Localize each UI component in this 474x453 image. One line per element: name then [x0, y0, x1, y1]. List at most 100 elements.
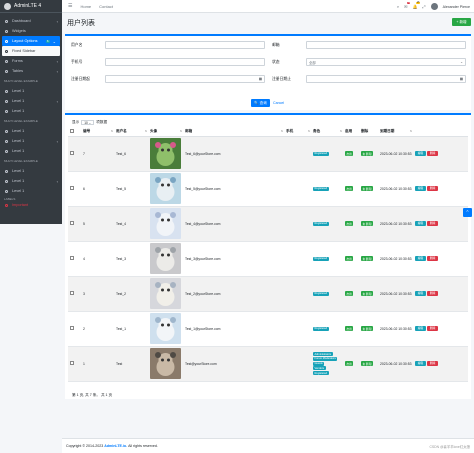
- sidebar-item-forms[interactable]: Forms ‹: [0, 56, 62, 66]
- select-all-checkbox[interactable]: [70, 129, 74, 134]
- menu-icon[interactable]: ☰: [68, 3, 72, 9]
- table-row[interactable]: 3 Test_2 Test_2@yourStore.com Registered 启用 未…: [68, 276, 468, 312]
- row-checkbox[interactable]: [70, 221, 74, 225]
- row-select-cell[interactable]: [68, 171, 81, 207]
- table-row[interactable]: 6 Test_5 Test_5@yourStore.com Registered 启用 未…: [68, 171, 468, 207]
- delete-button[interactable]: 删除: [427, 291, 438, 296]
- edit-button[interactable]: 编辑: [415, 291, 426, 296]
- sidebar-item-level[interactable]: Level 1: [0, 86, 62, 96]
- sidebar-item-level[interactable]: Level 1 ‹: [0, 96, 62, 106]
- cell-roles: Registered: [311, 241, 343, 277]
- col-id[interactable]: 编号 ⇅: [81, 128, 114, 137]
- circle-icon: [5, 19, 8, 23]
- page-length-select[interactable]: 10 ⌄: [81, 120, 95, 125]
- table-row[interactable]: 1 Test Test@yourStore.com Administrators For…: [68, 346, 468, 382]
- sidebar-item-label: Layout Options: [12, 39, 38, 43]
- edit-button[interactable]: 编辑: [415, 186, 426, 191]
- row-select-cell[interactable]: [68, 206, 81, 242]
- sidebar-item-label: Important: [12, 203, 29, 207]
- fullscreen-icon[interactable]: ⤢: [422, 4, 425, 9]
- col-username[interactable]: 用户名 ⇅: [114, 128, 148, 137]
- delete-button[interactable]: 删除: [427, 361, 438, 366]
- col-roles[interactable]: 角色 ⇅: [311, 128, 343, 137]
- row-checkbox[interactable]: [70, 326, 74, 330]
- sidebar-item-fixed-sidebar[interactable]: Fixed Sidebar: [2, 46, 60, 56]
- bell-icon[interactable]: 🔔 15: [412, 2, 421, 9]
- row-select-cell[interactable]: [68, 136, 81, 172]
- edit-button[interactable]: 编辑: [415, 256, 426, 261]
- sidebar-item-level[interactable]: Level 1: [0, 186, 62, 196]
- sidebar-item-level[interactable]: Level 1: [0, 146, 62, 156]
- table-row[interactable]: 2 Test_1 Test_1@yourStore.com Registered 启用 未…: [68, 311, 468, 347]
- avatar[interactable]: [430, 3, 438, 10]
- date-start-row: 注册日期起 ▦: [71, 75, 265, 83]
- sidebar-item-widgets[interactable]: Widgets: [0, 26, 62, 36]
- table-row[interactable]: 7 Test_6 Test_6@yourStore.com Registered 启用 未…: [68, 136, 468, 172]
- scroll-top-button[interactable]: ⌃: [463, 208, 472, 217]
- sidebar-item-label: Widgets: [12, 29, 26, 33]
- date-start-input[interactable]: ▦: [105, 75, 265, 83]
- email-input[interactable]: [306, 41, 466, 49]
- date-end-input[interactable]: ▦: [306, 75, 466, 83]
- sidebar-item-label: Level 1: [12, 129, 25, 133]
- sidebar-item-level[interactable]: Level 1: [0, 106, 62, 116]
- cancel-button[interactable]: Cancel: [273, 99, 284, 107]
- row-checkbox[interactable]: [70, 291, 74, 295]
- search-icon[interactable]: ⌕: [397, 4, 399, 9]
- footer-brand-link[interactable]: AdminLTE.io.: [104, 444, 127, 448]
- row-select-cell[interactable]: [68, 241, 81, 277]
- col-enable[interactable]: 启用: [343, 128, 359, 137]
- cell-id: 4: [81, 241, 114, 277]
- username-input[interactable]: [105, 41, 265, 49]
- edit-button[interactable]: 编辑: [415, 326, 426, 331]
- cell-actions: 编辑 删除: [413, 346, 468, 382]
- row-checkbox[interactable]: [70, 151, 74, 155]
- brand[interactable]: AdminLTE 4: [0, 0, 62, 13]
- sidebar-item-dashboard[interactable]: Dashboard ‹: [0, 16, 62, 26]
- sidebar-item-level[interactable]: Level 1 ‹: [0, 136, 62, 146]
- row-select-cell[interactable]: [68, 346, 81, 382]
- row-select-cell[interactable]: [68, 311, 81, 347]
- table-row[interactable]: 5 Test_4 Test_4@yourStore.com Registered 启用 未…: [68, 206, 468, 242]
- row-checkbox[interactable]: [70, 186, 74, 190]
- row-select-cell[interactable]: [68, 276, 81, 312]
- row-checkbox[interactable]: [70, 361, 74, 365]
- sort-icon: ⇅: [280, 130, 283, 133]
- role-badge: Registered: [313, 326, 329, 331]
- nav-contact-link[interactable]: Contact: [99, 4, 113, 9]
- cell-enable: 启用: [343, 311, 359, 347]
- col-email[interactable]: 邮箱 ⇅: [183, 128, 284, 137]
- nav-home-link[interactable]: Home: [80, 4, 91, 9]
- sidebar-item-layout-options[interactable]: Layout Options 6 ⌄: [2, 36, 60, 46]
- sidebar-item-important[interactable]: Important: [0, 202, 62, 208]
- cell-email: Test_1@yourStore.com: [183, 311, 284, 347]
- delete-button[interactable]: 删除: [427, 256, 438, 261]
- search-button[interactable]: 🔍 查询: [251, 99, 270, 107]
- sidebar-item-level[interactable]: Level 1 ‹: [0, 176, 62, 186]
- user-name[interactable]: Alexander Pierce: [443, 5, 470, 9]
- delete-button[interactable]: 删除: [427, 221, 438, 226]
- edit-button[interactable]: 编辑: [415, 221, 426, 226]
- col-date[interactable]: 到期日期 ⇅: [378, 128, 413, 137]
- edit-button[interactable]: 编辑: [415, 361, 426, 366]
- sidebar-item-tables[interactable]: Tables ‹: [0, 66, 62, 76]
- enabled-badge: 启用: [345, 326, 354, 331]
- col-delete[interactable]: 删除: [359, 128, 378, 137]
- status-select[interactable]: 全部 ⌄: [306, 58, 466, 66]
- show-label: 显示: [72, 120, 80, 124]
- delete-button[interactable]: 删除: [427, 151, 438, 156]
- delete-button[interactable]: 删除: [427, 326, 438, 331]
- col-avatar[interactable]: 头像 ⇅: [148, 128, 183, 137]
- table-row[interactable]: 4 Test_3 Test_3@yourStore.com Registered 启用 未…: [68, 241, 468, 277]
- delete-button[interactable]: 删除: [427, 186, 438, 191]
- col-phone[interactable]: 手机 ⇅: [284, 128, 311, 137]
- select-all-header[interactable]: [68, 128, 81, 137]
- sidebar-item-level[interactable]: Level 1: [0, 166, 62, 176]
- row-checkbox[interactable]: [70, 256, 74, 260]
- add-user-button[interactable]: + 新增: [452, 18, 471, 26]
- phone-input[interactable]: [105, 58, 265, 66]
- chat-icon[interactable]: ✉ 3: [404, 2, 411, 9]
- cell-actions: 编辑 删除: [413, 206, 468, 242]
- sidebar-item-level[interactable]: Level 1: [0, 126, 62, 136]
- edit-button[interactable]: 编辑: [415, 151, 426, 156]
